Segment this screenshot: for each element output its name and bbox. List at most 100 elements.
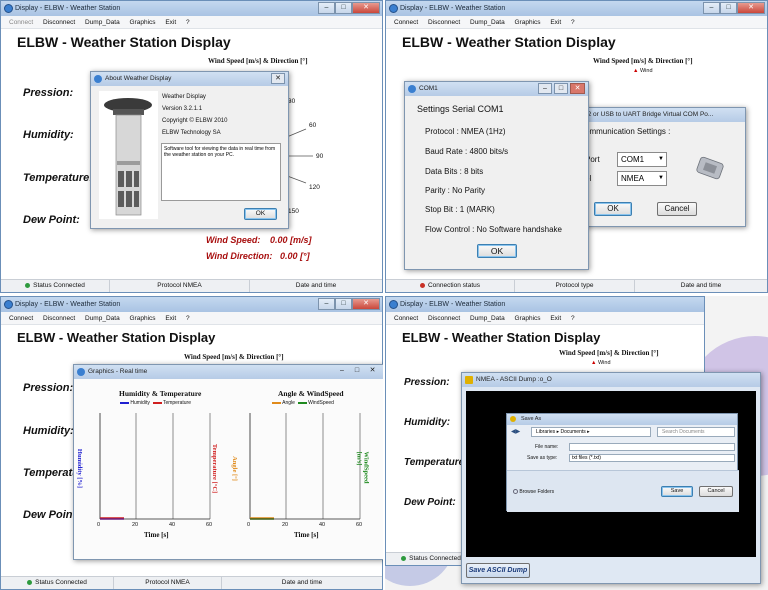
com-ok-button[interactable]: OK: [477, 244, 517, 258]
minimize-icon[interactable]: –: [318, 298, 335, 310]
browse-folders-toggle[interactable]: Browse Folders: [513, 489, 554, 495]
menu-connect[interactable]: Connect: [394, 19, 418, 26]
menu-connect[interactable]: Connect: [9, 19, 33, 26]
search-input[interactable]: Search Documents: [657, 427, 735, 437]
status-text: Status Connected: [33, 282, 85, 289]
setting-label: Protocol :: [425, 127, 459, 136]
chart2-xlabel: Time [s]: [294, 531, 319, 539]
compass-tick-90: 90: [316, 153, 324, 160]
close-icon[interactable]: ✕: [352, 298, 380, 310]
about-description[interactable]: Software tool for viewing the data in re…: [161, 143, 281, 201]
menu-dump-data[interactable]: Dump_Data: [85, 19, 120, 26]
menu-help[interactable]: ?: [571, 19, 575, 26]
close-icon[interactable]: ✕: [365, 366, 380, 377]
legend-windspeed: WindSpeed: [308, 400, 334, 406]
maximize-icon[interactable]: □: [554, 83, 568, 94]
menu-dump-data[interactable]: Dump_Data: [470, 19, 505, 26]
menu-disconnect[interactable]: Disconnect: [428, 19, 460, 26]
dew-point-label: Dew Point:: [23, 214, 80, 226]
about-ok-button[interactable]: OK: [244, 208, 277, 220]
save-ascii-dump-button[interactable]: Save ASCII Dump: [466, 563, 530, 578]
chart1-xlabel: Time [s]: [144, 531, 169, 539]
setting-row: Data Bits : 8 bits: [425, 167, 483, 176]
menu-exit[interactable]: Exit: [550, 315, 561, 322]
close-icon[interactable]: ✕: [737, 2, 765, 14]
address-bar[interactable]: Libraries ▸ Documents ▸: [531, 427, 651, 437]
menu-connect[interactable]: Connect: [9, 315, 33, 322]
cancel-button[interactable]: Cancel: [699, 486, 733, 497]
status-protocol: Protocol type: [514, 280, 634, 292]
menu-graphics[interactable]: Graphics: [515, 19, 541, 26]
back-forward-icon[interactable]: ◀▶: [511, 428, 527, 436]
chart1-title: Humidity & Temperature: [119, 389, 202, 398]
status-bar: Status Connected Protocol NMEA Date and …: [1, 279, 382, 292]
menu-exit[interactable]: Exit: [550, 19, 561, 26]
save-as-type-label: Save as type:: [527, 455, 558, 461]
chart1-xtick: 40: [169, 522, 176, 528]
compass-tick-120: 120: [309, 184, 320, 191]
close-icon[interactable]: ✕: [271, 73, 285, 84]
menu-dump-data[interactable]: Dump_Data: [85, 315, 120, 322]
humidity-label: Humidity:: [23, 129, 74, 141]
menu-connect[interactable]: Connect: [394, 315, 418, 322]
status-datetime: Date and time: [221, 577, 382, 589]
wind-legend: ▲ Wind: [591, 360, 611, 366]
wind-legend-label: Wind: [597, 360, 611, 366]
bridge-ok-button[interactable]: OK: [594, 202, 632, 216]
maximize-icon[interactable]: □: [335, 2, 352, 14]
maximize-icon[interactable]: □: [720, 2, 737, 14]
minimize-icon[interactable]: –: [335, 366, 349, 377]
status-text: Status Connected: [409, 555, 461, 562]
status-connection: Connection status: [386, 280, 514, 292]
file-name-input[interactable]: [569, 443, 735, 451]
setting-row: Flow Control : No Software handshake: [425, 225, 562, 234]
minimize-icon[interactable]: –: [318, 2, 335, 14]
menu-disconnect[interactable]: Disconnect: [43, 19, 75, 26]
compass-tick-60: 60: [309, 122, 317, 129]
protocol-select-value: NMEA: [621, 174, 645, 183]
menu-help[interactable]: ?: [571, 315, 575, 322]
menu-disconnect[interactable]: Disconnect: [43, 315, 75, 322]
minimize-icon[interactable]: –: [703, 2, 720, 14]
close-icon[interactable]: ✕: [352, 2, 380, 14]
maximize-icon[interactable]: □: [335, 298, 352, 310]
ascii-dump-titlebar: NMEA - ASCII Dump :o_O: [462, 373, 760, 387]
save-as-type-select[interactable]: txt files (*.txt): [569, 454, 735, 462]
save-as-dialog: Save As ◀▶ Libraries ▸ Documents ▸ Searc…: [506, 413, 739, 512]
about-copyright: Copyright © ELBW 2010: [162, 118, 228, 124]
dew-point-label: Dew Point:: [404, 497, 456, 508]
menu-exit[interactable]: Exit: [165, 19, 176, 26]
maximize-icon[interactable]: □: [350, 366, 364, 377]
menu-graphics[interactable]: Graphics: [130, 315, 156, 322]
legend-swatch-windspeed: [297, 401, 307, 404]
chevron-down-icon: ▼: [658, 175, 664, 181]
about-name: Weather Display: [162, 94, 206, 100]
temperature-label: Temperature:: [404, 457, 468, 468]
menu-dump-data[interactable]: Dump_Data: [470, 315, 505, 322]
setting-row: Parity : No Parity: [425, 186, 485, 195]
protocol-select[interactable]: NMEA ▼: [617, 171, 667, 186]
menu-graphics[interactable]: Graphics: [130, 19, 156, 26]
status-datetime: Date and time: [634, 280, 767, 292]
legend-temperature: Temperature: [162, 400, 192, 406]
bridge-cancel-button[interactable]: Cancel: [657, 202, 697, 216]
legend-swatch-temperature: [152, 401, 162, 404]
setting-value: 4800 bits/s: [469, 147, 509, 156]
port-select[interactable]: COM1 ▼: [617, 152, 667, 167]
save-button[interactable]: Save: [661, 486, 693, 497]
menu-graphics[interactable]: Graphics: [515, 315, 541, 322]
menu-help[interactable]: ?: [186, 19, 190, 26]
ascii-dump-title: NMEA - ASCII Dump :o_O: [476, 376, 552, 383]
pression-label: Pression:: [404, 377, 450, 388]
chart1-xtick: 60: [206, 522, 213, 528]
minimize-icon[interactable]: –: [538, 83, 552, 94]
menu-disconnect[interactable]: Disconnect: [428, 315, 460, 322]
status-ok-icon: [25, 282, 31, 288]
window-controls: – □ ✕: [318, 298, 380, 310]
chart1-plot: [99, 413, 211, 520]
menu-exit[interactable]: Exit: [165, 315, 176, 322]
menu-help[interactable]: ?: [186, 315, 190, 322]
ascii-dump-window: NMEA - ASCII Dump :o_O Save ASCII Dump S…: [461, 372, 761, 584]
wind-direction-label: Wind Direction:: [206, 251, 273, 261]
close-icon[interactable]: ✕: [570, 83, 585, 94]
